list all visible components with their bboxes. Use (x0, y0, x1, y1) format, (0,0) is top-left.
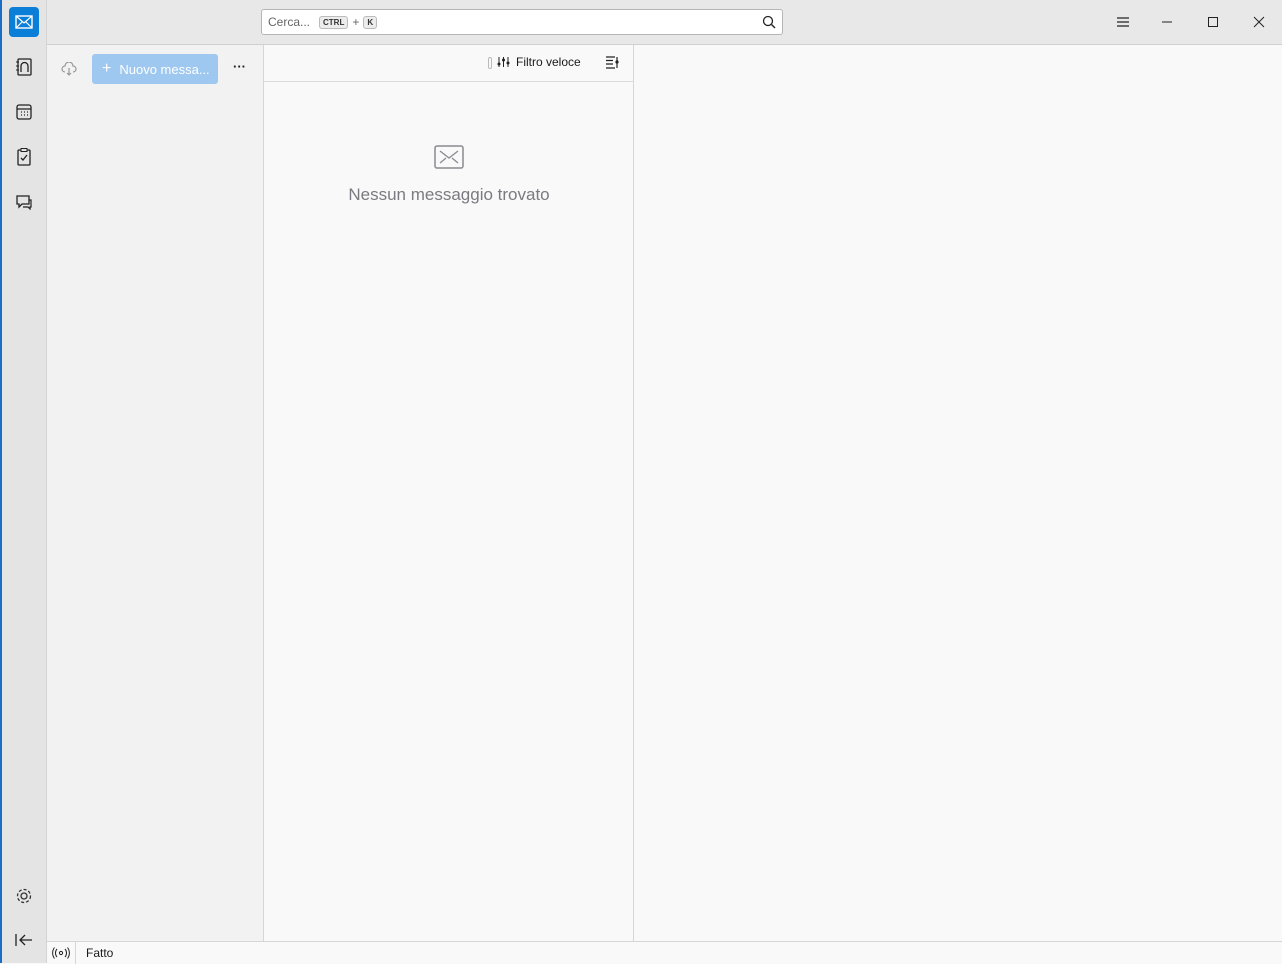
collapse-icon (15, 934, 32, 946)
quick-filter-button[interactable]: Filtro veloce (497, 55, 581, 69)
message-list-header: Filtro veloce (264, 45, 633, 82)
spaces-toolbar (0, 0, 47, 963)
tasks-icon (17, 148, 31, 166)
empty-list-message: Nessun messaggio trovato (348, 185, 550, 204)
minimize-icon (1162, 21, 1172, 23)
address-book-space-button[interactable] (9, 52, 39, 82)
shortcut-plus: + (352, 15, 360, 29)
display-options-icon[interactable] (605, 56, 619, 69)
shortcut-k: K (363, 15, 378, 29)
close-button[interactable] (1247, 10, 1271, 34)
mail-space-button[interactable] (9, 7, 39, 37)
title-bar: Cerca... CTRL + K (47, 0, 1282, 45)
online-status-icon (52, 946, 70, 959)
chat-space-button[interactable] (9, 187, 39, 217)
search-icon[interactable] (762, 15, 776, 29)
tasks-space-button[interactable] (9, 142, 39, 172)
new-message-button[interactable]: + Nuovo messa... (92, 54, 218, 84)
status-text: Fatto (86, 945, 114, 960)
maximize-button[interactable] (1201, 10, 1225, 34)
empty-mail-icon (434, 145, 464, 169)
message-list-pane: Filtro veloce Nessun messaggio trovato (264, 45, 634, 941)
quick-filter-label: Filtro veloce (516, 55, 581, 69)
folder-pane: + Nuovo messa... ··· (47, 45, 264, 941)
gear-icon (16, 888, 32, 904)
new-message-label: Nuovo messa... (119, 61, 210, 77)
app-menu-button[interactable] (1111, 10, 1135, 34)
hamburger-icon (1117, 17, 1129, 27)
filter-sliders-icon (497, 57, 510, 67)
plus-icon: + (102, 60, 112, 77)
status-bar: Fatto (47, 941, 1282, 964)
settings-button[interactable] (9, 881, 39, 911)
minimize-button[interactable] (1155, 10, 1179, 34)
address-book-icon (16, 58, 32, 76)
search-input[interactable]: Cerca... CTRL + K (261, 9, 783, 35)
search-placeholder: Cerca... (268, 15, 311, 29)
calendar-icon (16, 104, 32, 120)
shortcut-ctrl: CTRL (319, 15, 349, 29)
close-icon (1253, 16, 1265, 28)
get-messages-icon[interactable] (61, 62, 77, 76)
message-preview-pane (634, 45, 1282, 941)
maximize-icon (1208, 17, 1218, 27)
folder-pane-more-button[interactable]: ··· (233, 59, 246, 74)
online-status-button[interactable] (47, 941, 76, 964)
mail-icon (15, 15, 33, 29)
quick-filter-toggle-indicator (488, 57, 492, 69)
desktop-edge (0, 0, 2, 963)
calendar-space-button[interactable] (9, 97, 39, 127)
collapse-spaces-button[interactable] (9, 925, 39, 955)
chat-icon (16, 195, 32, 210)
